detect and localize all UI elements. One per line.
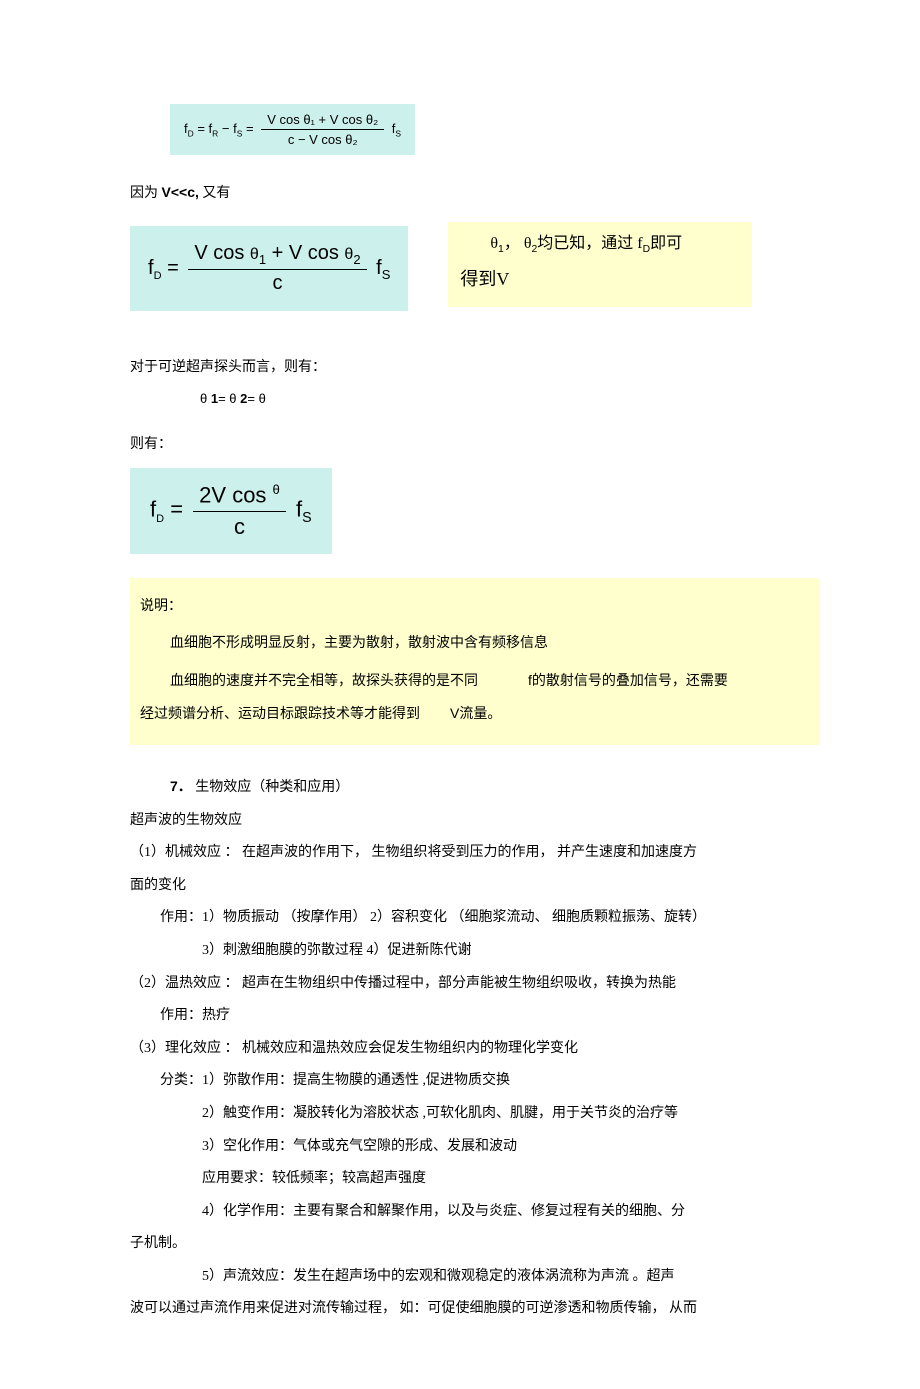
fraction: V cos θ1 + V cos θ2 c [188, 242, 366, 295]
list-item: 2）触变作用：凝胶转化为溶胶状态 ,可软化肌肉、肌腱，用于关节炎的治疗等 [130, 1101, 820, 1128]
text: V<<c, [162, 184, 199, 200]
text: 2V cos [199, 483, 272, 508]
text: ， θ [504, 235, 532, 252]
text: D [188, 129, 194, 139]
paragraph: 超声波的生物效应 [130, 808, 820, 835]
section-heading: 7． 生物效应（种类和应用） [130, 773, 820, 802]
text: 均已知，通过 f [537, 235, 642, 252]
numerator: 2V cos θ [193, 482, 286, 511]
text: V cos [194, 242, 250, 264]
formula-2: fD = V cos θ1 + V cos θ2 c fS [130, 226, 408, 311]
text: D [154, 269, 162, 281]
text: D [643, 244, 651, 255]
section-title: 生物效应（种类和应用） [195, 780, 349, 795]
list-item: （2）温热效应 ： 超声在生物组织中传播过程中，部分声能被生物组织吸收，转换为热… [130, 971, 820, 998]
text: S [395, 129, 401, 139]
text: 即可 [650, 235, 682, 252]
text: 1 [259, 252, 266, 267]
text: 又有 [199, 186, 231, 201]
text: = f [197, 121, 212, 136]
denominator: c − V cos θ₂ [261, 130, 384, 147]
note-line: 血细胞不形成明显反射，主要为散射，散射波中含有频移信息 [140, 629, 810, 660]
text: S [302, 510, 312, 526]
denominator: c [188, 270, 366, 295]
list-item: 分类：1）弥散作用：提高生物膜的通透性 ,促进物质交换 [130, 1068, 820, 1095]
list-item: 作用：热疗 [130, 1003, 820, 1030]
text: 流量。 [459, 707, 501, 722]
text: θ [344, 246, 353, 263]
paragraph: 则有： [130, 432, 820, 459]
text: − f [222, 121, 237, 136]
text: = θ [218, 391, 236, 406]
text: V [450, 705, 459, 721]
text: 因为 [130, 186, 162, 201]
note-title: 说明： [140, 592, 810, 623]
text: 血细胞的速度并不完全相等，故探头获得的是不同 [170, 674, 478, 689]
theta-equation: θ 1= θ 2= θ [130, 387, 820, 412]
text: 的散射信号的叠加信号，还需要 [532, 674, 728, 689]
formula-block-3: fD = 2V cos θ c fS [130, 464, 820, 557]
text: 1 [211, 391, 218, 406]
text: + V cos [266, 242, 344, 264]
list-item: 5）声流效应：发生在超声场中的宏观和微观稳定的液体涡流称为声流 。超声 [130, 1264, 820, 1291]
paragraph: 因为 V<<c, 又有 [130, 179, 820, 208]
note-line: θ1， θ2均已知，通过 fD即可 [460, 228, 740, 261]
text: θ [490, 235, 498, 252]
list-item: 3）刺激细胞膜的弥散过程 4）促进新陈代谢 [130, 938, 820, 965]
text: D [156, 513, 164, 525]
list-item: （3）理化效应 ： 机械效应和温热效应会促发生物组织内的物理化学变化 [130, 1036, 820, 1063]
text: S [237, 129, 243, 139]
note-line: 得到V [460, 261, 740, 297]
list-item: 4）化学作用：主要有聚合和解聚作用，以及与炎症、修复过程有关的细胞、分 [130, 1199, 820, 1226]
note-line: 经过频谱分析、运动目标跟踪技术等才能得到 V流量。 [140, 698, 810, 731]
paragraph: 对于可逆超声探头而言，则有： [130, 355, 820, 382]
list-item: 作用：1）物质振动 （按摩作用） 2）容积变化 （细胞浆流动、 细胞质颗粒振荡、… [130, 905, 820, 932]
text: θ [250, 246, 259, 263]
numerator: V cos θ1 + V cos θ2 [188, 242, 366, 270]
text: = [246, 121, 257, 136]
note-line: 血细胞的速度并不完全相等，故探头获得的是不同f的散射信号的叠加信号，还需要 [140, 665, 810, 698]
denominator: c [193, 512, 286, 540]
list-item: 波可以通过声流作用来促进对流传输过程， 如：可促使细胞膜的可逆渗透和物质传输， … [130, 1296, 820, 1323]
list-item: 面的变化 [130, 873, 820, 900]
document-page: fD = fR − fS = V cos θ₁ + V cos θ₂ c − V… [0, 0, 920, 1389]
list-item: 应用要求：较低频率；较高超声强度 [130, 1166, 820, 1193]
fraction: 2V cos θ c [193, 482, 286, 539]
note-box-1: θ1， θ2均已知，通过 fD即可 得到V [448, 222, 752, 307]
numerator: V cos θ₁ + V cos θ₂ [261, 112, 384, 130]
note-box-2: 说明： 血细胞不形成明显反射，主要为散射，散射波中含有频移信息 血细胞的速度并不… [130, 578, 820, 745]
list-item: 3）空化作用：气体或充气空隙的形成、发展和波动 [130, 1134, 820, 1161]
text: θ [200, 391, 207, 406]
text: R [212, 129, 218, 139]
text: = [170, 497, 189, 522]
formula-1: fD = fR − fS = V cos θ₁ + V cos θ₂ c − V… [170, 104, 415, 155]
text: = [167, 256, 184, 278]
text: θ [273, 482, 280, 497]
formula-block-1: fD = fR − fS = V cos θ₁ + V cos θ₂ c − V… [170, 100, 820, 159]
fraction: V cos θ₁ + V cos θ₂ c − V cos θ₂ [261, 112, 384, 147]
text: 2 [353, 252, 360, 267]
list-item: （1）机械效应 ： 在超声波的作用下， 生物组织将受到压力的作用， 并产生速度和… [130, 840, 820, 867]
list-item: 子机制。 [130, 1231, 820, 1258]
text: = θ [247, 391, 265, 406]
formula-3: fD = 2V cos θ c fS [130, 468, 332, 553]
section-number: 7． [170, 778, 192, 794]
text: S [382, 266, 391, 281]
text: 经过频谱分析、运动目标跟踪技术等才能得到 [140, 707, 420, 722]
formula-row: fD = V cos θ1 + V cos θ2 c fS θ1， θ2均已知，… [130, 222, 820, 315]
